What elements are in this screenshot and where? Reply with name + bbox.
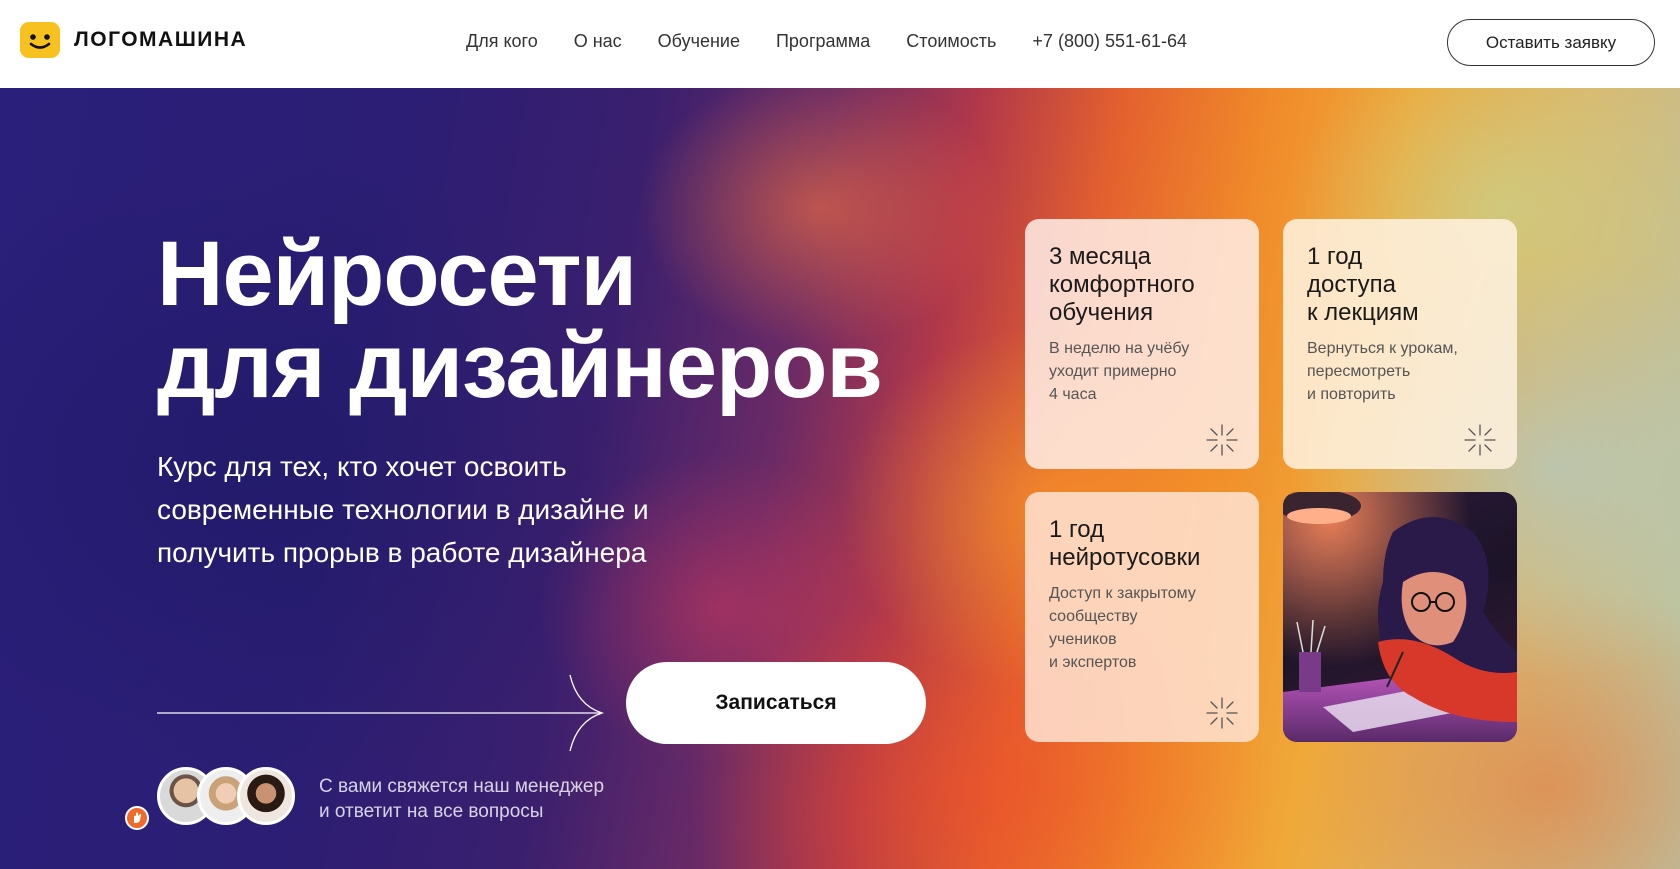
logo[interactable]: ЛОГОМАШИНА <box>20 22 247 58</box>
hero-subtitle: Курс для тех, кто хочет освоить современ… <box>157 451 649 568</box>
card-title-line: нейротусовки <box>1049 544 1201 571</box>
smiley-logo-icon <box>20 22 60 58</box>
card-text: Доступ к закрытому сообществу учеников и… <box>1049 582 1259 674</box>
nav-link-learning[interactable]: Обучение <box>658 31 740 52</box>
card-text-line: 4 часа <box>1049 386 1097 403</box>
feature-card-access: 1 год доступа к лекциям Вернуться к урок… <box>1283 219 1517 469</box>
card-text: Вернуться к урокам, пересмотреть и повто… <box>1307 337 1517 406</box>
hero-section: Нейросети для дизайнеров Курс для тех, к… <box>0 88 1680 869</box>
card-title: 1 год нейротусовки <box>1049 516 1259 572</box>
logo-text: ЛОГОМАШИНА <box>74 28 248 51</box>
avatar <box>237 767 295 825</box>
hero-title-line-2: для дизайнеров <box>157 315 883 417</box>
card-text-line: и экспертов <box>1049 654 1137 671</box>
card-text-line: пересмотреть <box>1307 363 1411 380</box>
card-title-line: к лекциям <box>1307 299 1419 326</box>
card-text-line: В неделю на учёбу <box>1049 340 1190 357</box>
card-text: В неделю на учёбу уходит примерно 4 часа <box>1049 337 1259 406</box>
card-text-line: сообществу <box>1049 608 1138 625</box>
manager-avatars <box>157 767 295 825</box>
contact-note-line-2: и ответит на все вопросы <box>319 801 544 822</box>
nav-link-program[interactable]: Программа <box>776 31 870 52</box>
hero-title: Нейросети для дизайнеров <box>157 228 883 412</box>
sparkle-icon <box>1206 424 1238 456</box>
sparkle-icon <box>1206 697 1238 729</box>
feature-card-duration: 3 месяца комфортного обучения В неделю н… <box>1025 219 1259 469</box>
hand-wave-icon <box>125 806 149 830</box>
leave-request-button[interactable]: Оставить заявку <box>1447 19 1655 66</box>
contact-note-line-1: С вами свяжется наш менеджер <box>319 776 605 797</box>
card-title-line: 1 год <box>1049 516 1105 543</box>
hero-title-line-1: Нейросети <box>157 223 637 325</box>
card-text-line: и повторить <box>1307 386 1396 403</box>
nav-link-price[interactable]: Стоимость <box>906 31 996 52</box>
arrow-right-icon <box>157 674 605 752</box>
main-nav: Для кого О нас Обучение Программа Стоимо… <box>466 31 1187 52</box>
card-title-line: комфортного <box>1049 271 1195 298</box>
card-text-line: Вернуться к урокам, <box>1307 340 1458 357</box>
enroll-button[interactable]: Записаться <box>626 662 926 744</box>
card-title-line: доступа <box>1307 271 1396 298</box>
phone-link[interactable]: +7 (800) 551-61-64 <box>1032 31 1187 52</box>
sparkle-icon <box>1464 424 1496 456</box>
nav-link-for-whom[interactable]: Для кого <box>466 31 538 52</box>
card-text-line: учеников <box>1049 631 1117 648</box>
card-title: 3 месяца комфортного обучения <box>1049 243 1259 327</box>
card-title-line: 3 месяца <box>1049 243 1151 270</box>
nav-link-about[interactable]: О нас <box>574 31 622 52</box>
contact-note: С вами свяжется наш менеджер и ответит н… <box>319 774 604 824</box>
feature-card-community: 1 год нейротусовки Доступ к закрытому со… <box>1025 492 1259 742</box>
card-title: 1 год доступа к лекциям <box>1307 243 1517 327</box>
card-title-line: обучения <box>1049 299 1154 326</box>
card-text-line: уходит примерно <box>1049 363 1177 380</box>
site-header: ЛОГОМАШИНА Для кого О нас Обучение Прогр… <box>0 0 1680 88</box>
designer-illustration-image <box>1283 492 1517 742</box>
card-text-line: Доступ к закрытому <box>1049 585 1196 602</box>
card-title-line: 1 год <box>1307 243 1363 270</box>
